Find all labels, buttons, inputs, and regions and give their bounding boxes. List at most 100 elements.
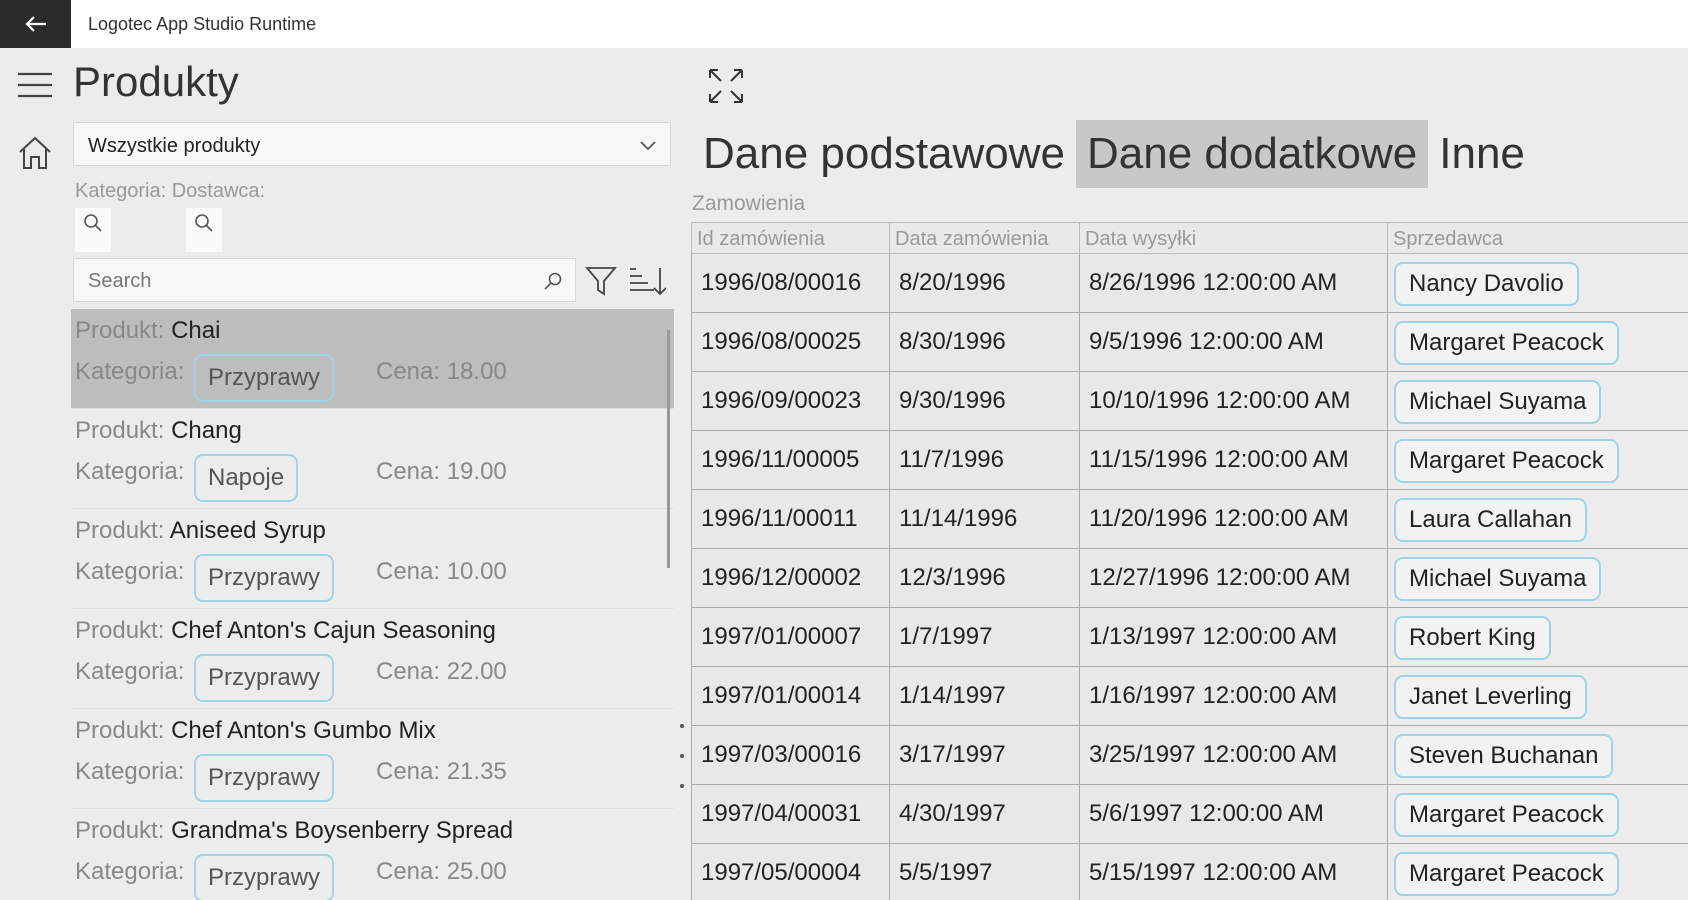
- splitter-handle[interactable]: [680, 724, 684, 728]
- product-list-item[interactable]: Produkt: Chef Anton's Gumbo Mix Kategori…: [71, 709, 674, 809]
- product-filter-dropdown[interactable]: Wszystkie produkty: [73, 122, 671, 166]
- product-list-item[interactable]: Produkt: Grandma's Boysenberry Spread Ka…: [71, 809, 674, 900]
- seller-cell: Margaret Peacock: [1387, 313, 1688, 371]
- product-list-item[interactable]: Produkt: Chef Anton's Cajun Seasoning Ka…: [71, 609, 674, 709]
- grid-body: 1996/08/00016 8/20/1996 8/26/1996 12:00:00…: [691, 254, 1688, 900]
- home-button[interactable]: [14, 132, 56, 174]
- product-name: Chef Anton's Cajun Seasoning: [171, 617, 496, 644]
- seller-badge[interactable]: Robert King: [1394, 616, 1551, 660]
- seller-badge[interactable]: Janet Leverling: [1394, 675, 1587, 719]
- order-date-cell: 3/17/1997: [889, 726, 1079, 784]
- ship-date-cell: 8/26/1996 12:00:00 AM: [1079, 254, 1387, 312]
- product-label: Produkt:: [75, 317, 165, 344]
- title-bar: Logotec App Studio Runtime: [0, 0, 1688, 48]
- product-name: Aniseed Syrup: [169, 517, 326, 544]
- search-icon[interactable]: [543, 271, 563, 291]
- table-row[interactable]: 1996/11/00005 11/7/1996 11/15/1996 12:00:0…: [691, 431, 1688, 490]
- page-title: Produkty: [73, 58, 239, 105]
- column-header-order-date[interactable]: Data zamówienia: [890, 223, 1080, 253]
- dropdown-selected-value: Wszystkie produkty: [88, 135, 261, 157]
- product-price: Cena: 22.00: [376, 658, 507, 685]
- table-row[interactable]: 1996/11/00011 11/14/1996 11/20/1996 12:00:…: [691, 490, 1688, 549]
- table-row[interactable]: 1997/05/00004 5/5/1997 5/15/1997 12:00:00 …: [691, 844, 1688, 900]
- orders-grid-label: Zamowienia: [692, 192, 806, 215]
- table-row[interactable]: 1997/04/00031 4/30/1997 5/6/1997 12:00:00 …: [691, 785, 1688, 844]
- category-badge[interactable]: Przyprawy: [194, 754, 335, 802]
- category-badge[interactable]: Przyprawy: [194, 854, 335, 900]
- order-id-cell: 1997/05/00004: [691, 844, 889, 900]
- list-scrollbar[interactable]: [667, 330, 670, 568]
- order-id-cell: 1997/01/00007: [691, 608, 889, 666]
- search-icon: [195, 214, 213, 232]
- category-badge[interactable]: Napoje: [194, 454, 299, 502]
- category-filter-picker[interactable]: [75, 208, 111, 252]
- table-row[interactable]: 1997/03/00016 3/17/1997 3/25/1997 12:00:00…: [691, 726, 1688, 785]
- category-label: Kategoria:: [75, 558, 185, 585]
- product-name: Chai: [171, 317, 221, 344]
- column-header-ship-date[interactable]: Data wysyłki: [1080, 223, 1388, 253]
- product-list-item[interactable]: Produkt: Chai Kategoria: Przyprawy Cena:…: [71, 309, 674, 409]
- tab-dane-podstawowe[interactable]: Dane podstawowe: [692, 120, 1076, 188]
- app-title: Logotec App Studio Runtime: [88, 14, 317, 34]
- category-badge[interactable]: Przyprawy: [194, 354, 335, 402]
- table-row[interactable]: 1996/08/00016 8/20/1996 8/26/1996 12:00:00…: [691, 254, 1688, 313]
- splitter-handle[interactable]: [680, 754, 684, 758]
- ship-date-cell: 12/27/1996 12:00:00 AM: [1079, 549, 1387, 607]
- product-price: Cena: 18.00: [376, 358, 507, 385]
- table-row[interactable]: 1997/01/00007 1/7/1997 1/13/1997 12:00:00 …: [691, 608, 1688, 667]
- seller-cell: Janet Leverling: [1387, 667, 1688, 725]
- order-id-cell: 1996/11/00011: [691, 490, 889, 548]
- table-row[interactable]: 1996/08/00025 8/30/1996 9/5/1996 12:00:00 …: [691, 313, 1688, 372]
- column-header-order-id[interactable]: Id zamówienia: [692, 223, 890, 253]
- seller-badge[interactable]: Laura Callahan: [1394, 498, 1587, 542]
- product-list-item[interactable]: Produkt: Aniseed Syrup Kategoria: Przypr…: [71, 509, 674, 609]
- seller-badge[interactable]: Margaret Peacock: [1394, 439, 1619, 483]
- table-row[interactable]: 1997/01/00014 1/14/1997 1/16/1997 12:00:00…: [691, 667, 1688, 726]
- product-price: Cena: 19.00: [376, 458, 507, 485]
- product-name: Chef Anton's Gumbo Mix: [171, 717, 436, 744]
- table-row[interactable]: 1996/12/00002 12/3/1996 12/27/1996 12:00:0…: [691, 549, 1688, 608]
- column-header-seller[interactable]: Sprzedawca: [1388, 223, 1688, 253]
- splitter-handle[interactable]: [680, 784, 684, 788]
- seller-badge[interactable]: Margaret Peacock: [1394, 793, 1619, 837]
- product-label: Produkt:: [75, 817, 165, 844]
- seller-badge[interactable]: Nancy Davolio: [1394, 262, 1579, 306]
- search-input[interactable]: Search: [73, 258, 576, 302]
- category-label: Kategoria:: [75, 858, 185, 885]
- back-button[interactable]: [0, 0, 71, 48]
- product-list: Produkt: Chai Kategoria: Przyprawy Cena:…: [71, 309, 674, 900]
- tab-inne[interactable]: Inne: [1428, 120, 1536, 188]
- sort-button[interactable]: [628, 262, 666, 300]
- seller-cell: Margaret Peacock: [1387, 785, 1688, 843]
- product-label: Produkt:: [75, 717, 165, 744]
- category-label: Kategoria:: [75, 458, 185, 485]
- ship-date-cell: 11/20/1996 12:00:00 AM: [1079, 490, 1387, 548]
- filter-labels: Kategoria: Dostawca:: [75, 180, 265, 203]
- product-name: Grandma's Boysenberry Spread: [171, 817, 514, 844]
- order-date-cell: 11/7/1996: [889, 431, 1079, 489]
- seller-cell: Robert King: [1387, 608, 1688, 666]
- category-badge[interactable]: Przyprawy: [194, 654, 335, 702]
- supplier-filter-picker[interactable]: [186, 208, 222, 252]
- order-id-cell: 1997/04/00031: [691, 785, 889, 843]
- category-label: Kategoria:: [75, 758, 185, 785]
- product-list-item[interactable]: Produkt: Chang Kategoria: Napoje Cena: 1…: [71, 409, 674, 509]
- detail-tabs: Dane podstawowe Dane dodatkowe Inne: [692, 120, 1536, 188]
- menu-button[interactable]: [14, 64, 56, 106]
- table-row[interactable]: 1996/09/00023 9/30/1996 10/10/1996 12:00:0…: [691, 372, 1688, 431]
- category-badge[interactable]: Przyprawy: [194, 554, 335, 602]
- filter-button[interactable]: [582, 262, 620, 300]
- seller-badge[interactable]: Margaret Peacock: [1394, 321, 1619, 365]
- order-date-cell: 9/30/1996: [889, 372, 1079, 430]
- tab-dane-dodatkowe[interactable]: Dane dodatkowe: [1076, 120, 1429, 188]
- seller-badge[interactable]: Michael Suyama: [1394, 380, 1602, 424]
- seller-badge[interactable]: Michael Suyama: [1394, 557, 1602, 601]
- expand-icon[interactable]: [708, 68, 744, 104]
- back-arrow-icon: [24, 16, 46, 32]
- order-id-cell: 1996/08/00025: [691, 313, 889, 371]
- product-label: Produkt:: [75, 517, 165, 544]
- ship-date-cell: 1/16/1997 12:00:00 AM: [1079, 667, 1387, 725]
- supplier-filter-label: Dostawca:: [171, 180, 266, 202]
- seller-badge[interactable]: Margaret Peacock: [1394, 852, 1619, 896]
- seller-badge[interactable]: Steven Buchanan: [1394, 734, 1614, 778]
